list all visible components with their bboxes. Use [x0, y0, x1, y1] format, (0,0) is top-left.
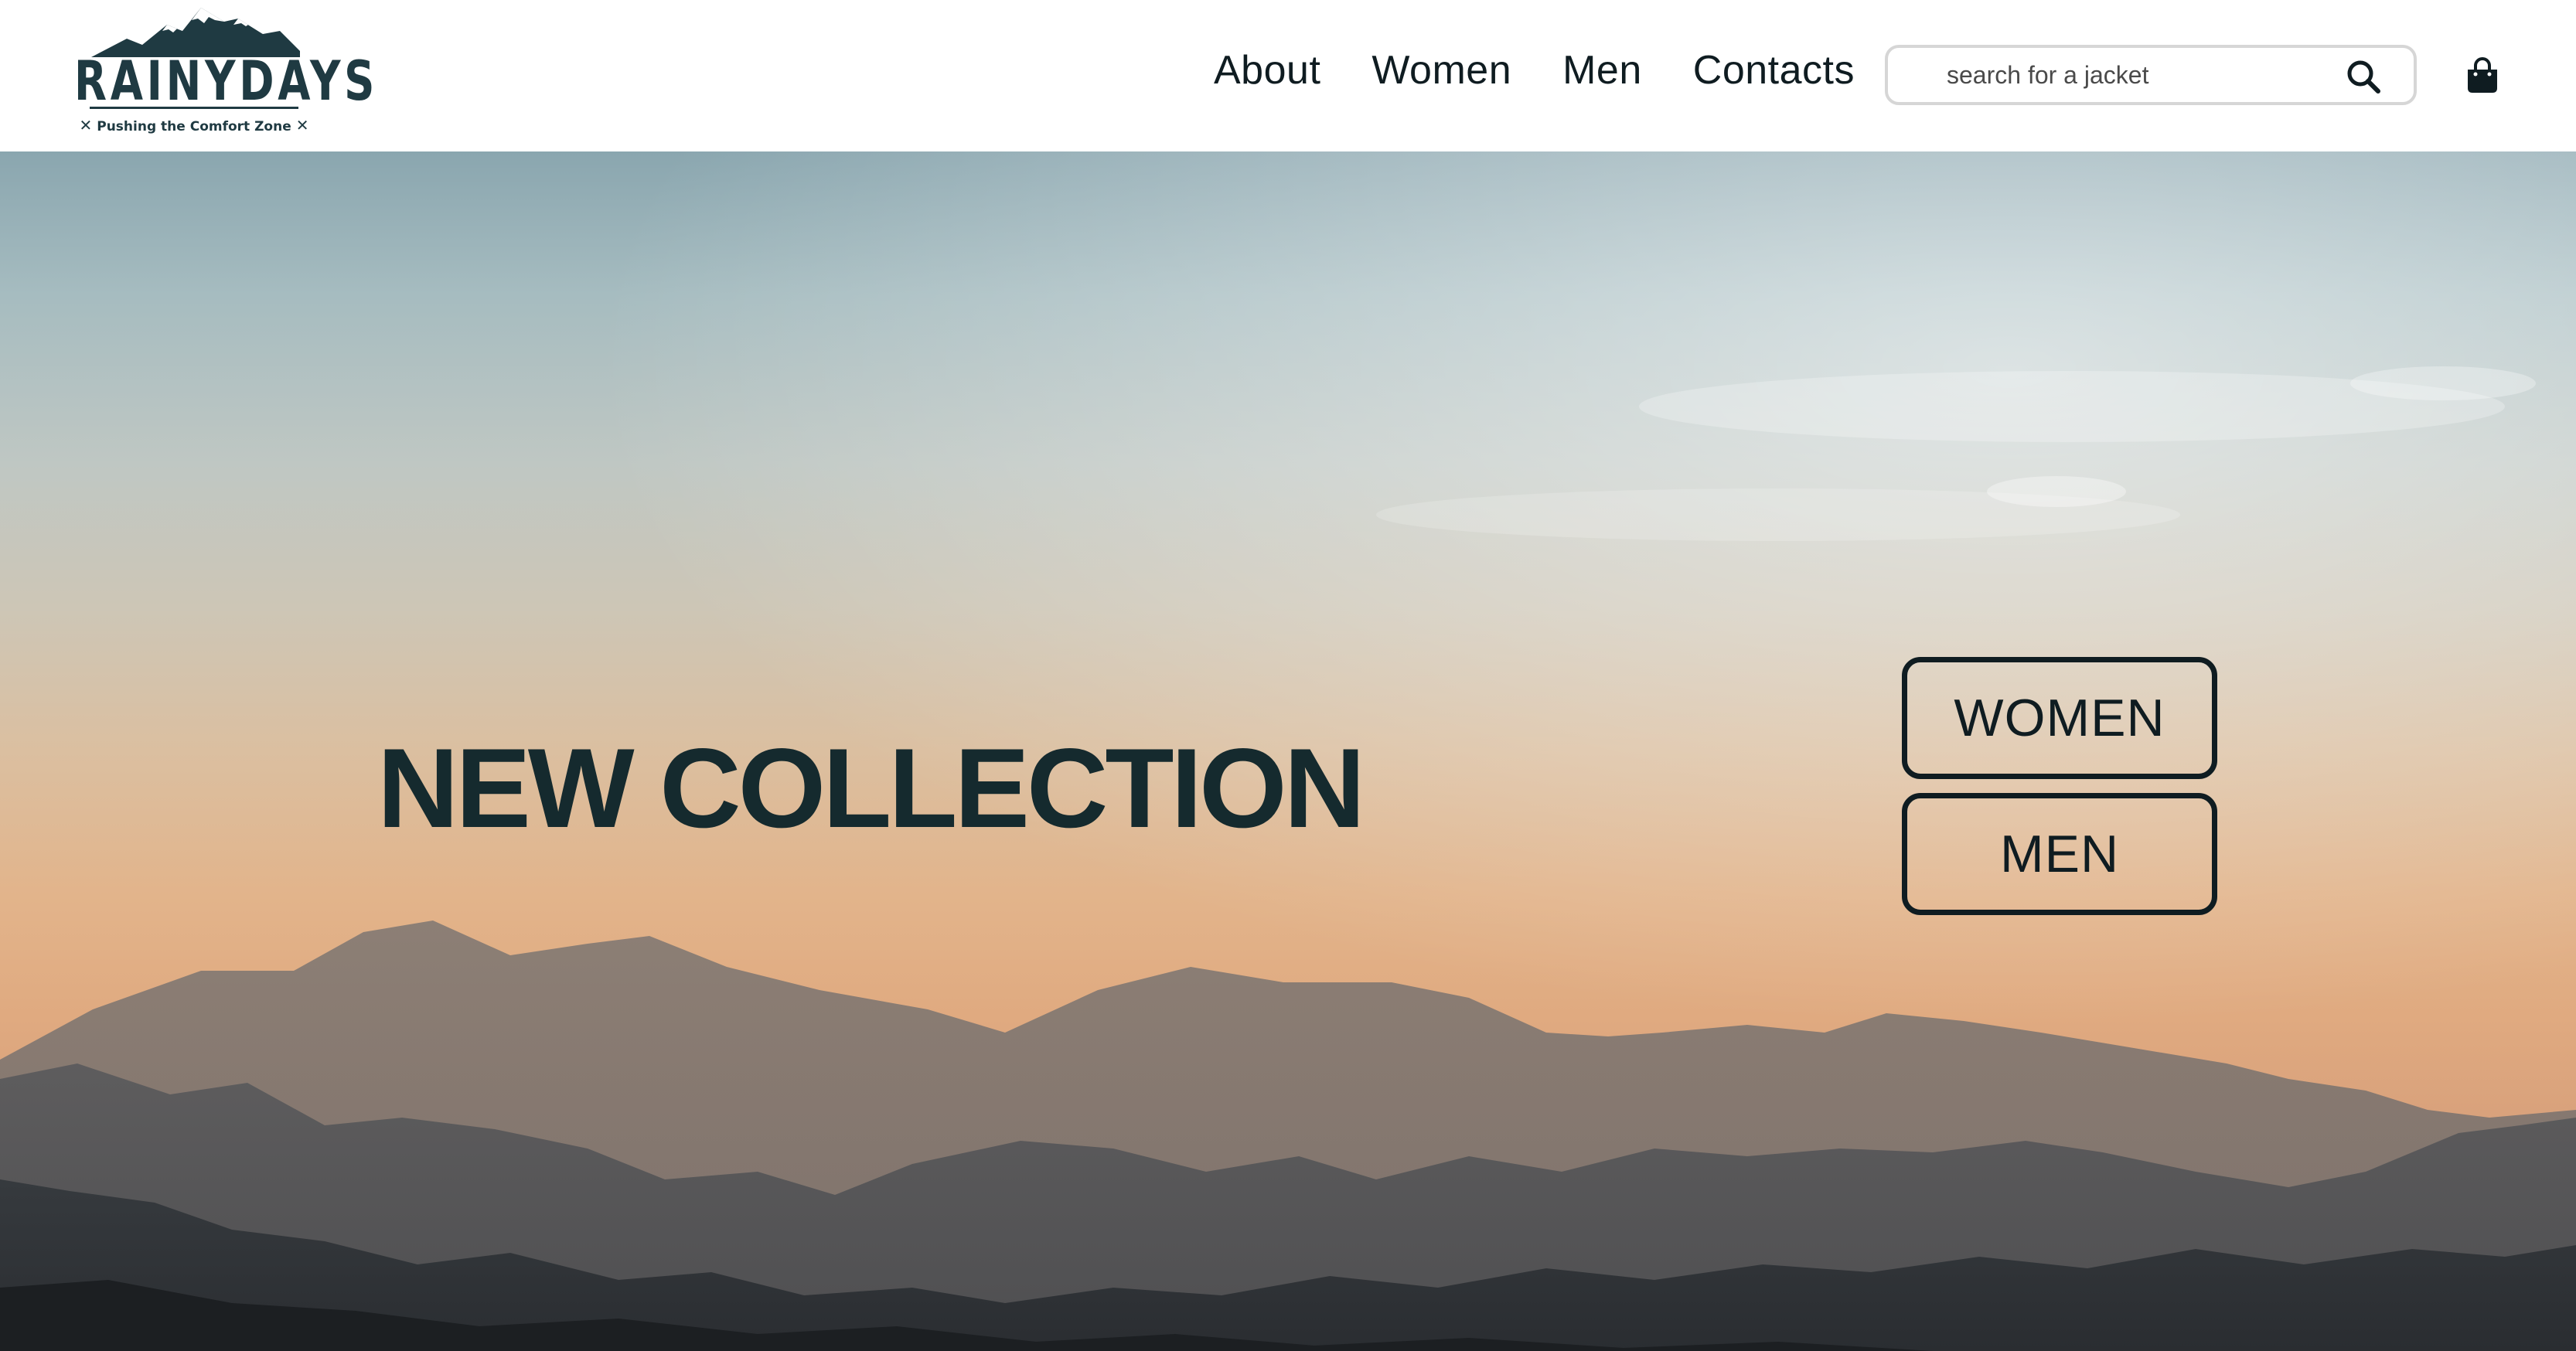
search-input[interactable] [1947, 57, 2318, 93]
hero-title: NEW COLLECTION [377, 725, 1365, 851]
logo-divider [90, 107, 298, 109]
site-header: RAINYDAYS ✕ Pushing the Comfort Zone ✕ Abo… [0, 0, 2576, 151]
logo-tagline-row: ✕ Pushing the Comfort Zone ✕ [74, 116, 314, 134]
cross-icon: ✕ [295, 116, 309, 134]
search-icon[interactable] [2346, 59, 2381, 94]
hero-banner: NEW COLLECTION WOMEN MEN [0, 151, 2576, 1351]
nav-link-women[interactable]: Women [1371, 47, 1511, 94]
logo-tagline: Pushing the Comfort Zone [97, 119, 291, 134]
nav-link-contacts[interactable]: Contacts [1693, 47, 1855, 94]
nav-link-about[interactable]: About [1214, 47, 1320, 94]
cross-icon: ✕ [79, 116, 93, 134]
search-box [1885, 45, 2417, 105]
rainydays-logo[interactable]: RAINYDAYS ✕ Pushing the Comfort Zone ✕ [74, 5, 379, 138]
men-collection-button[interactable]: MEN [1902, 793, 2217, 915]
nav-link-men[interactable]: Men [1562, 47, 1642, 94]
shopping-bag-icon[interactable] [2465, 57, 2500, 94]
logo-wordmark: RAINYDAYS [74, 49, 379, 113]
main-nav: About Women Men Contacts [1214, 43, 1855, 97]
women-collection-button[interactable]: WOMEN [1902, 657, 2217, 779]
